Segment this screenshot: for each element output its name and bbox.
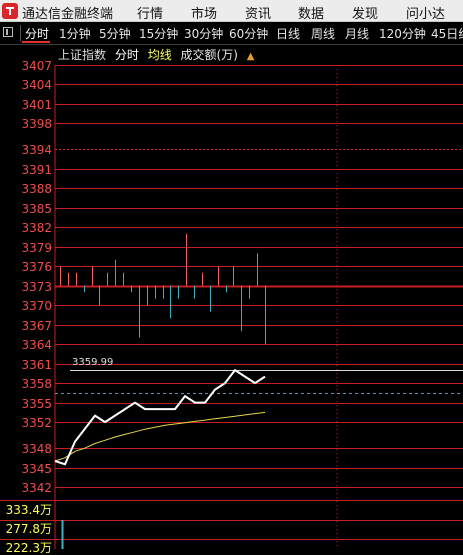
y-tick-label: 3358 [21,376,52,391]
ma-line [54,411,266,462]
y-tick-label: 3364 [21,337,52,352]
intraday-chart[interactable] [0,0,463,549]
y-tick-label: 3376 [21,259,52,274]
price-line [54,369,266,466]
y-tick-label: 3361 [21,357,52,372]
y-tick-label: 3367 [21,318,52,333]
volume-tick-label: 333.4万 [5,503,52,517]
y-tick-label: 3401 [21,97,52,112]
price-annotation: 3359.99 [72,356,114,368]
y-tick-label: 3370 [21,298,52,313]
y-tick-label: 3404 [21,77,52,92]
y-tick-label: 3385 [21,201,52,216]
y-tick-label: 3391 [21,162,52,177]
y-tick-label: 3379 [21,240,52,255]
y-tick-label: 3348 [21,441,52,456]
y-tick-label: 3394 [21,142,52,157]
y-tick-label: 3352 [21,415,52,430]
y-tick-label: 3382 [21,220,52,235]
y-tick-label: 3388 [21,181,52,196]
y-tick-label: 3342 [21,480,52,495]
y-tick-label: 3373 [21,279,52,294]
y-tick-label: 3398 [21,116,52,131]
y-tick-label: 3407 [21,58,52,73]
volume-tick-label: 277.8万 [5,522,52,536]
y-tick-label: 3345 [21,461,52,476]
volume-tick-label: 222.3万 [5,541,52,555]
y-tick-label: 3355 [21,396,52,411]
